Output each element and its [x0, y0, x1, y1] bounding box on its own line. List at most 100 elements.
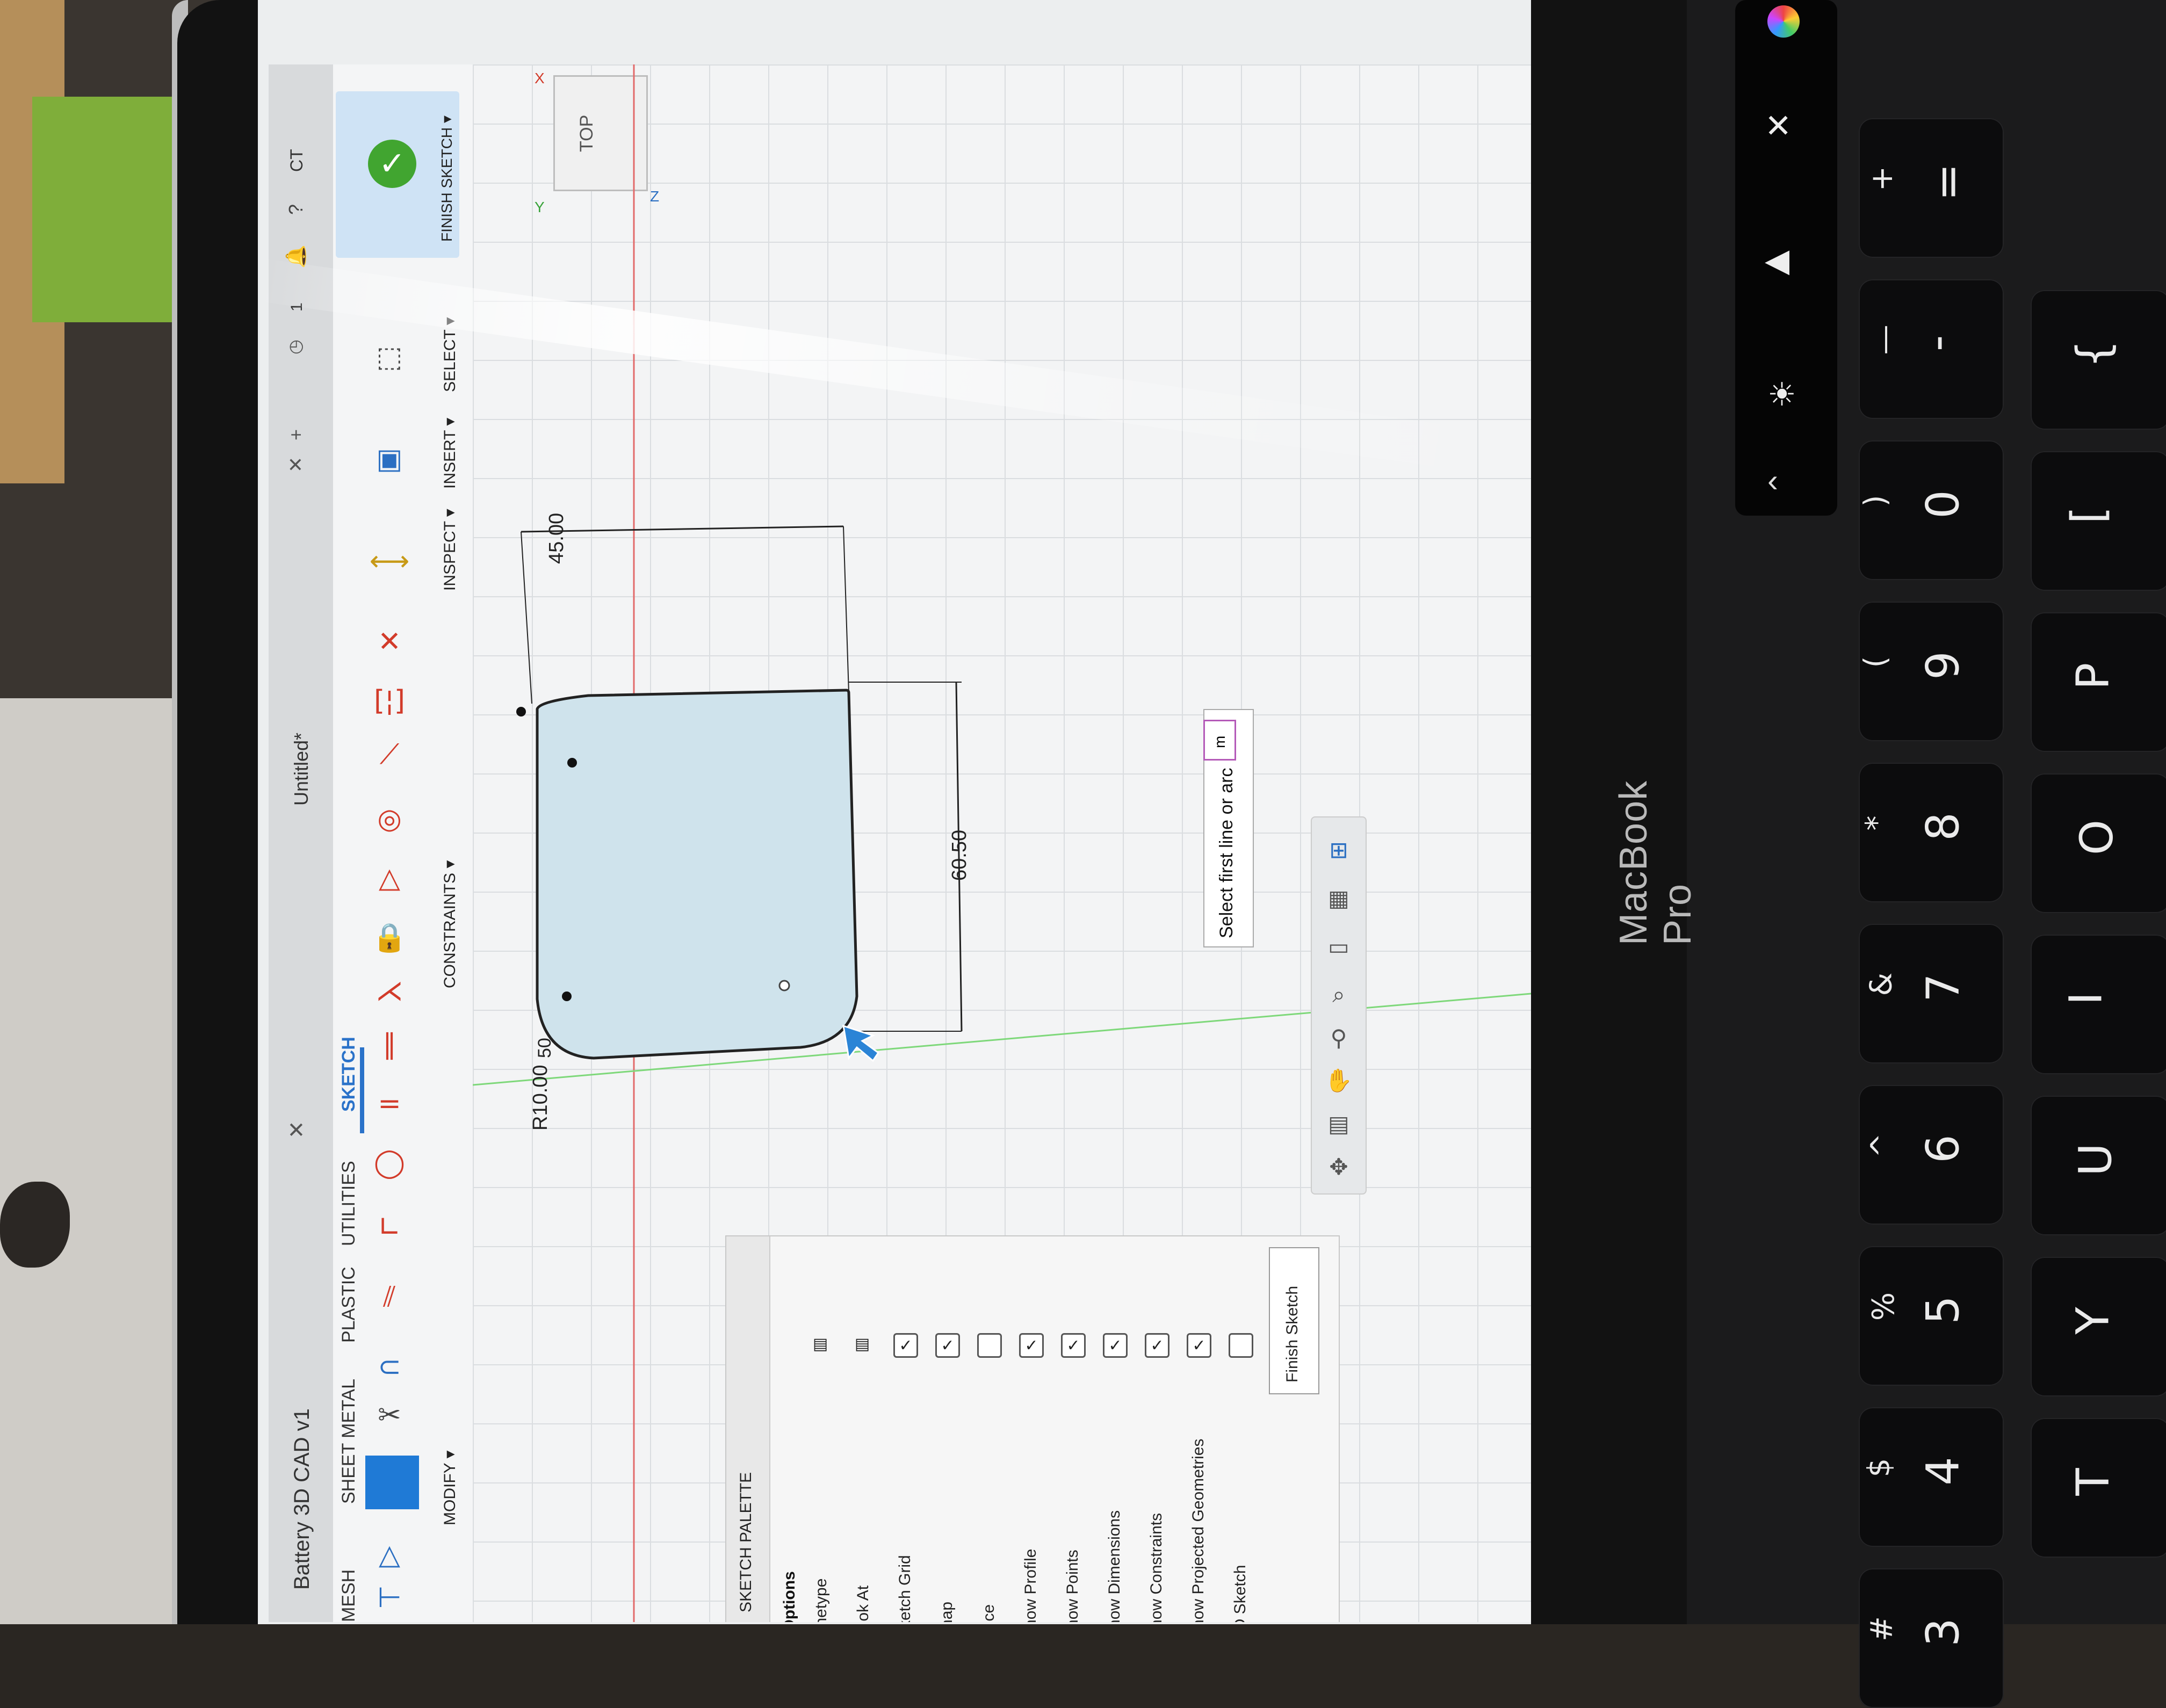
keyboard-key[interactable]: ^ 6: [1859, 1085, 2004, 1225]
palette-checkbox-checked[interactable]: ✓: [1187, 1333, 1211, 1358]
palette-checkbox-unchecked[interactable]: [977, 1333, 1002, 1358]
orbit-icon[interactable]: ✥: [1323, 1150, 1355, 1183]
user-avatar[interactable]: CT: [287, 149, 307, 172]
palette-option-icon[interactable]: ▤: [810, 1333, 831, 1355]
keyboard-key[interactable]: [: [2031, 451, 2166, 591]
finish-sketch-label: FINISH SKETCH ▾: [438, 115, 455, 242]
coincident-constraint-icon[interactable]: ✕: [371, 623, 408, 661]
keyboard-key[interactable]: U: [2031, 1096, 2166, 1235]
tab-sheet-metal[interactable]: SHEET METAL: [338, 1379, 359, 1504]
line-tool-icon[interactable]: ⊢: [371, 1579, 408, 1617]
keyboard-key[interactable]: I: [2031, 935, 2166, 1074]
touch-bar[interactable]: ‹ ☀ ◀ ✕: [1735, 0, 1837, 516]
grid-settings-icon[interactable]: ▦: [1323, 882, 1355, 914]
tangent-constraint-icon[interactable]: △: [371, 859, 408, 897]
palette-checkbox-checked[interactable]: ✓: [1019, 1333, 1044, 1358]
keyboard-key[interactable]: Y: [2031, 1257, 2166, 1396]
apple-logo-icon: [0, 1182, 70, 1268]
mirror-tool-icon[interactable]: ⫽: [371, 1278, 408, 1316]
trim-scissors-icon[interactable]: ✂: [371, 1396, 408, 1434]
add-tab-icon[interactable]: +: [285, 429, 307, 440]
keyboard-key[interactable]: (9: [1858, 602, 2004, 741]
parallel-constraint-icon[interactable]: ∥: [371, 1026, 408, 1063]
lock-constraint-icon[interactable]: 🔒: [371, 918, 408, 956]
jobs-icon[interactable]: ◷: [285, 339, 305, 354]
close-icon[interactable]: ✕: [285, 457, 307, 473]
keyboard-key[interactable]: % 5: [1859, 1246, 2004, 1386]
siri-icon[interactable]: [1767, 5, 1800, 38]
sketch-profile-rounded-rectangle: [536, 689, 858, 1060]
palette-checkbox-checked[interactable]: ✓: [1061, 1333, 1086, 1358]
keyboard-key[interactable]: {: [2031, 290, 2166, 430]
keyboard-key[interactable]: T: [2031, 1418, 2166, 1558]
secondary-dimension[interactable]: 50: [535, 1038, 555, 1058]
brightness-icon[interactable]: ☀: [1767, 376, 1796, 414]
key-alt-legend: +: [1864, 166, 1900, 191]
palette-checkbox-checked[interactable]: ✓: [1145, 1333, 1169, 1358]
concentric-constraint-icon[interactable]: ◎: [371, 800, 408, 838]
circle-tool-icon[interactable]: ◯: [371, 1144, 408, 1182]
group-insert[interactable]: INSERT ▾: [441, 418, 459, 489]
symmetry-constraint-icon[interactable]: [¦]: [371, 682, 408, 720]
tab-utilities[interactable]: UTILITIES: [338, 1161, 359, 1246]
sketch-canvas[interactable]: TOP X Y Z 45.00 60.50 R10.00 50 Select f…: [473, 64, 1531, 1622]
keyboard-key[interactable]: & 7: [1859, 924, 2004, 1063]
palette-title: SKETCH PALETTE: [737, 1472, 755, 1612]
keyboard-key[interactable]: P: [2031, 612, 2166, 752]
keyboard-key[interactable]: #3: [1859, 1568, 2004, 1708]
display-settings-icon[interactable]: ▭: [1323, 930, 1355, 962]
group-inspect[interactable]: INSPECT ▾: [441, 509, 459, 591]
keyboard-key[interactable]: O: [2031, 773, 2166, 913]
width-dimension[interactable]: 45.00: [545, 513, 568, 564]
keyboard-key[interactable]: + =: [1859, 118, 2004, 258]
palette-finish-sketch-button[interactable]: Finish Sketch: [1269, 1247, 1319, 1394]
perpendicular-constraint-icon[interactable]: ⋌: [371, 972, 408, 1010]
zoom-icon[interactable]: ⚲: [1323, 1022, 1355, 1054]
finish-sketch-button[interactable]: ✓ FINISH SKETCH ▾: [336, 91, 459, 258]
measure-icon[interactable]: ⟷: [370, 542, 410, 580]
palette-checkbox-checked[interactable]: ✓: [1103, 1333, 1128, 1358]
triangle-tool-icon[interactable]: △: [371, 1536, 408, 1574]
keyboard-key[interactable]: — -: [1859, 279, 2004, 419]
group-modify[interactable]: MODIFY ▾: [441, 1450, 459, 1525]
group-constraints[interactable]: CONSTRAINTS ▾: [441, 860, 459, 988]
palette-checkbox-checked[interactable]: ✓: [893, 1333, 918, 1358]
palette-checkbox-checked[interactable]: ✓: [935, 1333, 960, 1358]
sketch-point: [562, 991, 572, 1001]
tab-mesh[interactable]: MESH: [338, 1569, 359, 1622]
key-alt-legend: *: [1859, 815, 1895, 831]
radius-dimension[interactable]: R10.00: [529, 1065, 552, 1131]
palette-options-section[interactable]: ▾ Options: [780, 1571, 799, 1622]
look-at-icon[interactable]: ▤: [1323, 1108, 1355, 1140]
viewports-icon[interactable]: ⊞: [1323, 834, 1355, 866]
keyboard-key[interactable]: ) 0: [1858, 440, 2004, 580]
equal-constraint-icon[interactable]: =: [371, 1085, 408, 1123]
key-alt-legend: —: [1867, 324, 1902, 355]
fit-icon[interactable]: ⌕: [1323, 979, 1355, 1011]
pan-hand-icon[interactable]: ✋: [1323, 1065, 1355, 1097]
offset-tool-icon[interactable]: ⊂: [371, 1348, 408, 1386]
volume-icon[interactable]: ◀: [1765, 242, 1789, 279]
chevron-icon[interactable]: ‹: [1767, 462, 1778, 499]
keyboard-key[interactable]: $4: [1859, 1407, 2004, 1547]
tab-plastic[interactable]: PLASTIC: [338, 1266, 359, 1343]
palette-checkbox-unchecked[interactable]: [1229, 1333, 1253, 1358]
palette-option-icon[interactable]: ▤: [851, 1333, 873, 1355]
sketch-point: [516, 707, 526, 717]
close-tab-icon[interactable]: ✕: [285, 1120, 309, 1139]
keyboard-key[interactable]: * 8: [1859, 763, 2004, 902]
palette-finish-label: Finish Sketch: [1283, 1285, 1301, 1383]
key-alt-legend: ^: [1864, 1133, 1900, 1158]
insert-image-icon[interactable]: ▣: [371, 440, 408, 478]
palette-row-label: Look At: [854, 1585, 872, 1622]
extend-tool-icon[interactable]: ∟: [371, 1208, 408, 1246]
fillet-tool-icon[interactable]: [365, 1456, 419, 1509]
height-dimension[interactable]: 60.50: [948, 830, 971, 881]
select-icon[interactable]: ⬚: [371, 338, 408, 376]
help-icon[interactable]: ?: [285, 204, 307, 215]
mute-icon[interactable]: ✕: [1765, 107, 1792, 145]
document-tab-title[interactable]: Battery 3D CAD v1: [290, 1408, 314, 1590]
tab-sketch[interactable]: SKETCH: [338, 1037, 359, 1112]
midpoint-constraint-icon[interactable]: ⟋: [371, 736, 408, 773]
dimension-input[interactable]: m: [1203, 720, 1236, 761]
